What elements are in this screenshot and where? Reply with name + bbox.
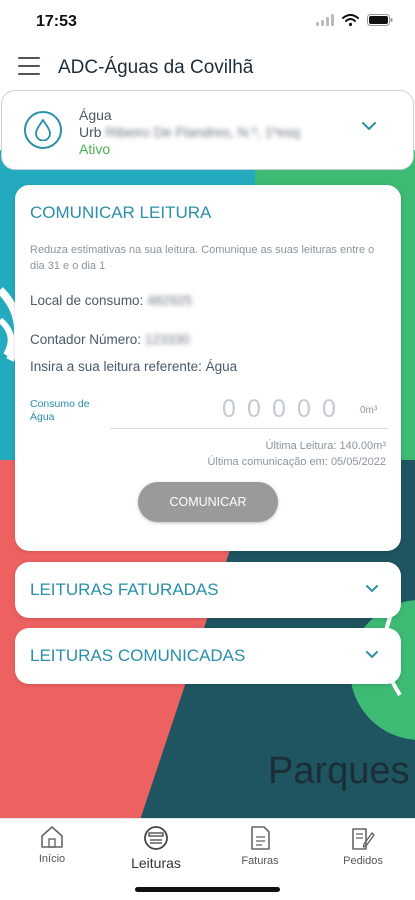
- tab-label: Pedidos: [343, 855, 383, 867]
- card-note: Reduza estimativas na sua leitura. Comun…: [30, 244, 375, 272]
- status-icons: [316, 14, 393, 26]
- address-redacted: Ribeiro De Flandres, N.º, 1ºesq: [105, 124, 301, 140]
- communicate-button[interactable]: COMUNICAR: [138, 482, 278, 522]
- background-text-left: o: [0, 750, 1, 793]
- tab-label: Leituras: [131, 855, 181, 871]
- reading-card: COMUNICAR LEITURA Reduza estimativas na …: [15, 185, 401, 551]
- tab-label: Faturas: [241, 855, 279, 867]
- battery-icon: [367, 14, 393, 26]
- tab-inicio[interactable]: Início: [12, 825, 92, 865]
- consumption-label: Consumo de Água: [30, 398, 90, 423]
- tab-leituras[interactable]: Leituras: [116, 825, 196, 871]
- consumption-place-row: Local de consumo: 482925: [30, 293, 192, 308]
- invoice-icon: [251, 826, 270, 850]
- chevron-down-icon: [366, 651, 378, 659]
- menu-icon[interactable]: [18, 57, 40, 77]
- last-reading: Última Leitura: 140.00m³: [265, 440, 386, 452]
- app-header: ADC-Águas da Covilhã: [0, 46, 415, 90]
- reading-type-value: Água: [205, 359, 238, 374]
- water-drop-icon: [24, 111, 62, 149]
- page-title: ADC-Águas da Covilhã: [58, 57, 254, 78]
- contract-type: Água: [79, 107, 112, 123]
- contract-selector[interactable]: Água Urb Ribeiro De Flandres, N.º, 1ºesq…: [1, 90, 414, 170]
- status-bar: 17:53: [0, 0, 415, 46]
- signal-icon: [316, 14, 334, 26]
- home-icon: [41, 826, 63, 848]
- reading-unit: 0m³: [360, 405, 378, 416]
- reading-digit[interactable]: 0: [244, 395, 264, 424]
- consumption-place-label: Local de consumo:: [30, 293, 144, 308]
- meter-number-label: Contador Número:: [30, 332, 142, 347]
- accordion-label: LEITURAS FATURADAS: [30, 580, 219, 599]
- chevron-down-icon: [366, 585, 378, 593]
- status-time: 17:53: [36, 13, 77, 30]
- reading-input[interactable]: 0 0 0 0 0: [219, 395, 339, 424]
- chevron-down-icon: [362, 122, 376, 131]
- wifi-icon: [342, 14, 359, 26]
- contract-status: Ativo: [79, 141, 111, 157]
- accordion-label: LEITURAS COMUNICADAS: [30, 646, 246, 665]
- reading-input-underline: [110, 428, 388, 429]
- tab-faturas[interactable]: Faturas: [220, 825, 300, 867]
- reading-digit[interactable]: 0: [269, 395, 289, 424]
- home-indicator: [135, 887, 280, 892]
- reading-digit[interactable]: 0: [294, 395, 314, 424]
- reading-digit[interactable]: 0: [219, 395, 239, 424]
- accordion-billed-readings[interactable]: LEITURAS FATURADAS: [15, 562, 401, 618]
- meter-icon: [144, 826, 168, 850]
- requests-icon: [352, 828, 375, 850]
- meter-number-row: Contador Número: 123330: [30, 332, 190, 347]
- card-title: COMUNICAR LEITURA: [30, 203, 212, 222]
- tab-label: Início: [38, 853, 66, 865]
- last-communication: Última comunicação em: 05/05/2022: [207, 456, 386, 468]
- address-prefix: Urb: [79, 124, 102, 140]
- tab-pedidos[interactable]: Pedidos: [323, 825, 403, 867]
- reading-digit[interactable]: 0: [319, 395, 339, 424]
- contract-address: Urb Ribeiro De Flandres, N.º, 1ºesq: [79, 124, 300, 140]
- consumption-place-value: 482925: [147, 293, 193, 308]
- meter-number-value: 123330: [144, 332, 190, 347]
- reading-type-row: Insira a sua leitura referente: Água: [30, 359, 237, 374]
- accordion-communicated-readings[interactable]: LEITURAS COMUNICADAS: [15, 628, 401, 684]
- background-text-right: Parques: [268, 750, 410, 792]
- reading-type-label: Insira a sua leitura referente:: [30, 359, 202, 374]
